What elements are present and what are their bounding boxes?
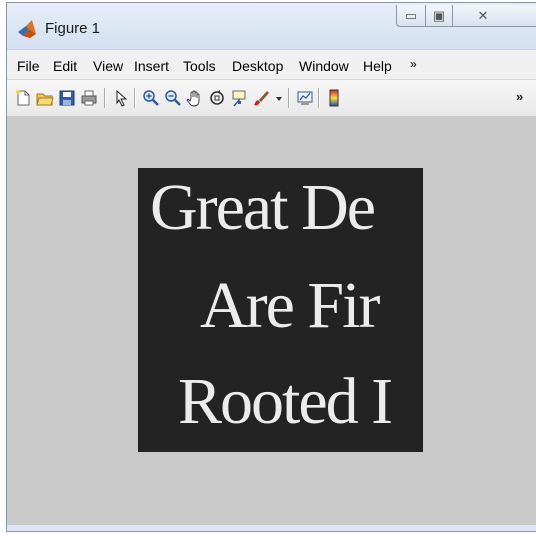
window-title: Figure 1 <box>45 20 101 37</box>
window-bottom-border <box>7 525 536 531</box>
maximize-icon: ▣ <box>432 7 446 23</box>
title-bar[interactable]: Figure 1 ▭ ▣ ✕ <box>7 3 536 49</box>
menu-insert[interactable]: Insert <box>134 58 169 74</box>
minimize-button[interactable]: ▭ <box>396 5 426 27</box>
menu-tools[interactable]: Tools <box>183 58 216 74</box>
toolbar-separator <box>318 88 320 108</box>
figure-toolbar: » <box>7 79 536 117</box>
menu-window[interactable]: Window <box>299 58 349 74</box>
pan-hand-icon[interactable] <box>186 89 204 107</box>
image-text-line-2: Are Fir <box>200 269 380 342</box>
menu-desktop[interactable]: Desktop <box>232 58 283 74</box>
link-plot-icon[interactable] <box>296 89 314 107</box>
toolbar-overflow-icon[interactable]: » <box>516 89 523 104</box>
pointer-arrow-icon[interactable] <box>112 89 130 107</box>
maximize-button[interactable]: ▣ <box>425 5 453 27</box>
new-figure-icon[interactable] <box>14 89 32 107</box>
menu-view[interactable]: View <box>93 58 123 74</box>
colorbar-icon[interactable] <box>325 89 343 107</box>
image-display: Great De Are Fir Rooted I <box>138 168 423 452</box>
brush-icon[interactable] <box>252 89 270 107</box>
image-text-line-3: Rooted I <box>178 365 393 438</box>
zoom-out-icon[interactable] <box>164 89 182 107</box>
toolbar-separator <box>134 88 136 108</box>
close-icon: ✕ <box>477 7 489 23</box>
open-file-icon[interactable] <box>36 89 54 107</box>
figure-window: Figure 1 ▭ ▣ ✕ File Edit View Insert Too… <box>6 2 536 532</box>
rotate-3d-icon[interactable] <box>208 89 226 107</box>
menu-overflow-icon[interactable]: » <box>410 57 417 71</box>
matlab-logo-icon <box>17 19 37 39</box>
print-icon[interactable] <box>80 89 98 107</box>
brush-dropdown-icon[interactable] <box>270 89 282 107</box>
data-cursor-icon[interactable] <box>230 89 248 107</box>
toolbar-separator <box>104 88 106 108</box>
minimize-icon: ▭ <box>404 7 418 23</box>
figure-canvas[interactable]: Great De Are Fir Rooted I <box>7 116 536 531</box>
menu-help[interactable]: Help <box>363 58 392 74</box>
zoom-in-icon[interactable] <box>142 89 160 107</box>
save-icon[interactable] <box>58 89 76 107</box>
toolbar-separator <box>288 88 290 108</box>
menu-bar: File Edit View Insert Tools Desktop Wind… <box>7 49 536 80</box>
close-button[interactable]: ✕ <box>452 5 536 27</box>
menu-file[interactable]: File <box>17 58 40 74</box>
menu-edit[interactable]: Edit <box>53 58 77 74</box>
image-text-line-1: Great De <box>150 171 376 244</box>
